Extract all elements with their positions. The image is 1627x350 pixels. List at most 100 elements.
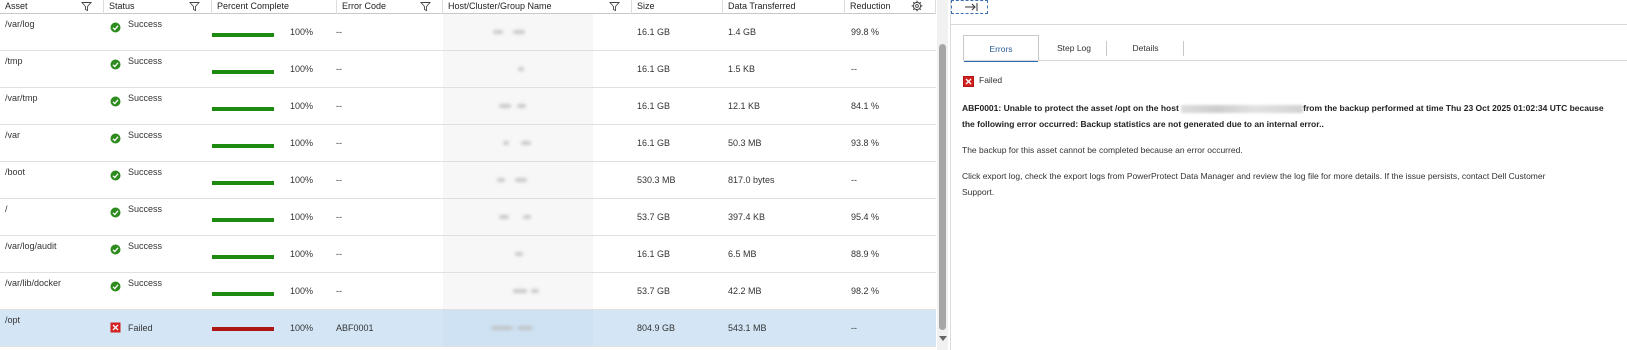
asset-size: 53.7 GB — [637, 286, 671, 296]
table-row[interactable]: / Success 100% -- 53.7 GB 397.4 KB 95.4 % — [0, 199, 936, 236]
progress-bar — [212, 292, 274, 296]
column-header-status[interactable]: Status — [104, 0, 212, 14]
scroll-down-arrow-icon[interactable] — [939, 336, 947, 341]
redacted-text — [493, 30, 503, 34]
reduction: 84.1 % — [851, 101, 880, 111]
table-row[interactable]: /opt Failed 100% ABF0001 804.9 GB 543.1 MB -- — [0, 310, 936, 347]
progress-bar — [212, 255, 274, 259]
reduction: 95.4 % — [851, 212, 880, 222]
percent-complete: 100% — [290, 27, 314, 37]
redacted-text — [515, 178, 527, 182]
table-row[interactable]: /var/log/audit Success 100% -- 16.1 GB 6.5 MB… — [0, 236, 936, 273]
redacted-host-name — [1181, 104, 1304, 113]
table-row[interactable]: /var/lib/docker Success 100% -- 53.7 GB 42.2 … — [0, 273, 936, 310]
table-row[interactable]: /var/tmp Success 100% -- 16.1 GB 12.1 KB 84.1 … — [0, 88, 936, 125]
asset-size: 16.1 GB — [637, 101, 671, 111]
error-code: -- — [336, 286, 342, 296]
error-code: -- — [336, 212, 342, 222]
data-transferred: 12.1 KB — [728, 101, 761, 111]
progress-bar — [212, 181, 274, 185]
reduction: 99.8 % — [851, 27, 880, 37]
column-header-percent[interactable]: Percent Complete — [212, 0, 337, 14]
assets-grid: Asset Status Percent Complete Error Code Hos… — [0, 0, 936, 350]
asset-size: 16.1 GB — [637, 64, 671, 74]
error-code: -- — [336, 27, 342, 37]
reduction: -- — [851, 64, 857, 74]
redacted-text — [491, 326, 513, 330]
column-header-data[interactable]: Data Transferred — [723, 0, 845, 14]
error-code: -- — [336, 101, 342, 111]
asset-name: /var/tmp — [5, 93, 38, 103]
asset-name: / — [5, 204, 8, 214]
redacted-text — [518, 67, 524, 71]
data-transferred: 42.2 MB — [728, 286, 762, 296]
redacted-text — [499, 215, 509, 219]
vertical-scrollbar[interactable] — [937, 0, 948, 350]
column-header-label: Error Code — [342, 1, 387, 11]
table-row[interactable]: /boot Success 100% -- 530.3 MB 817.0 bytes -- — [0, 162, 936, 199]
status-label: Failed — [128, 323, 153, 333]
filter-icon[interactable] — [420, 1, 431, 12]
failed-icon — [963, 76, 974, 87]
scrollbar-thumb[interactable] — [939, 44, 946, 330]
tab-errors[interactable]: Errors — [963, 35, 1039, 62]
column-header-label: Data Transferred — [728, 1, 796, 11]
tab-details[interactable]: Details — [1107, 35, 1184, 61]
redacted-text — [517, 104, 526, 108]
success-check-icon — [110, 281, 121, 292]
progress-bar-fill — [212, 107, 274, 111]
gear-icon[interactable] — [911, 0, 923, 12]
redacted-host-name — [443, 236, 593, 272]
success-check-icon — [110, 96, 121, 107]
asset-size: 53.7 GB — [637, 212, 671, 222]
filter-icon[interactable] — [81, 1, 92, 12]
column-header-label: Percent Complete — [217, 1, 290, 11]
tabs-divider — [963, 60, 1627, 61]
status-label: Success — [128, 56, 163, 66]
success-check-icon — [110, 170, 121, 181]
redacted-host-name — [443, 310, 593, 346]
column-header-size[interactable]: Size — [632, 0, 723, 14]
column-header-label: Host/Cluster/Group Name — [448, 1, 552, 11]
percent-complete: 100% — [290, 323, 314, 333]
progress-bar-fill — [212, 327, 274, 331]
filter-icon[interactable] — [609, 1, 620, 12]
column-header-asset[interactable]: Asset — [0, 0, 104, 14]
progress-bar-fill — [212, 33, 274, 37]
redacted-host-name — [443, 162, 593, 198]
percent-complete: 100% — [290, 175, 314, 185]
progress-bar — [212, 144, 274, 148]
reduction: 93.8 % — [851, 138, 880, 148]
asset-size: 16.1 GB — [637, 249, 671, 259]
error-code: -- — [336, 138, 342, 148]
asset-size: 804.9 GB — [637, 323, 676, 333]
column-header-error[interactable]: Error Code — [337, 0, 443, 14]
filter-icon[interactable] — [189, 1, 200, 12]
redacted-text — [517, 326, 533, 330]
redacted-host-name — [443, 199, 593, 235]
error-code: ABF0001 — [336, 323, 374, 333]
table-row[interactable]: /var/log Success 100% -- 16.1 GB 1.4 GB 99.8 % — [0, 14, 936, 51]
progress-bar — [212, 218, 274, 222]
redacted-host-name — [443, 51, 593, 87]
reduction: -- — [851, 323, 857, 333]
redacted-text — [497, 178, 505, 182]
error-remediation-line2: Support. — [962, 187, 995, 197]
redacted-text — [523, 215, 531, 219]
success-check-icon — [110, 22, 121, 33]
reduction: 98.2 % — [851, 286, 880, 296]
percent-complete: 100% — [290, 138, 314, 148]
table-row[interactable]: /var Success 100% -- 16.1 GB 50.3 MB 93.8 % — [0, 125, 936, 162]
column-header-host[interactable]: Host/Cluster/Group Name — [443, 0, 632, 14]
asset-name: /var/log — [5, 19, 35, 29]
asset-size: 16.1 GB — [637, 27, 671, 37]
redacted-host-name — [443, 125, 593, 161]
asset-name: /opt — [5, 315, 21, 325]
job-details-screen: Asset Status Percent Complete Error Code Hos… — [0, 0, 1627, 350]
status-label: Success — [128, 167, 163, 177]
collapse-panel-button[interactable] — [951, 0, 988, 14]
progress-bar-fill — [212, 218, 274, 222]
table-row[interactable]: /tmp Success 100% -- 16.1 GB 1.5 KB -- — [0, 51, 936, 88]
redacted-text — [499, 104, 511, 108]
tab-step-log[interactable]: Step Log — [1041, 35, 1107, 61]
